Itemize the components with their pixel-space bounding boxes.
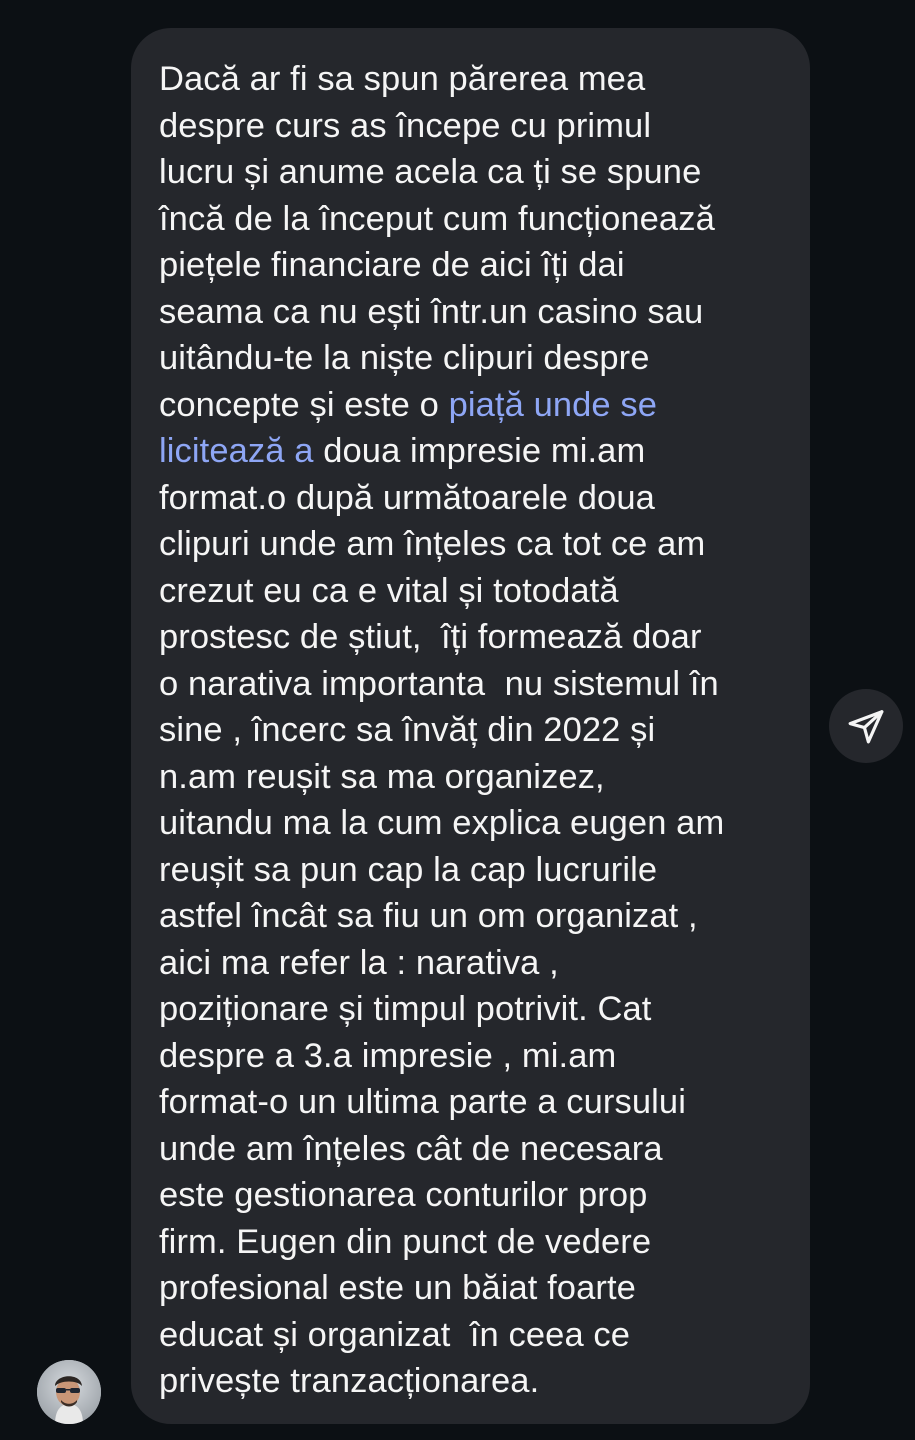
message-line: sine , încerc sa învăț din 2022 și xyxy=(159,711,656,749)
message-line: clipuri unde am înțeles ca tot ce am xyxy=(159,525,706,563)
message-line: format-o un ultima parte a cursului xyxy=(159,1083,686,1121)
message-line: încă de la început cum funcționează xyxy=(159,199,715,238)
paper-plane-icon xyxy=(848,710,884,744)
user-avatar-icon xyxy=(37,1360,101,1424)
message-line: seama ca nu ești într.un casino sau xyxy=(159,292,704,331)
message-line: lucru și anume acela ca ți se spune xyxy=(159,153,702,191)
message-line: prostesc de știut, îți formează doar xyxy=(159,618,702,656)
message-line: uitându-te la niște clipuri despre xyxy=(159,339,650,377)
message-bubble[interactable]: Dacă ar fi sa spun părerea mea despre cu… xyxy=(131,28,810,1424)
message-line: piețele financiare de aici îți dai xyxy=(159,246,625,284)
message-line: format.o după următoarele doua xyxy=(159,478,655,517)
message-line: astfel încât sa fiu un om organizat , xyxy=(159,897,698,935)
avatar[interactable] xyxy=(37,1360,101,1424)
message-line: unde am înțeles cât de necesara xyxy=(159,1129,663,1168)
message-line: despre a 3.a impresie , mi.am xyxy=(159,1036,617,1075)
message-link[interactable]: licitează a xyxy=(159,432,314,470)
message-line: o narativa importanta nu sistemul în xyxy=(159,664,719,703)
message-line-with-link: licitează a doua impresie mi.am xyxy=(159,428,799,475)
message-line: poziționare și timpul potrivit. Cat xyxy=(159,990,652,1028)
message-line: crezut eu ca e vital și totodată xyxy=(159,571,619,610)
message-line: firm. Eugen din punct de vedere xyxy=(159,1222,652,1261)
message-line: reușit sa pun cap la cap lucrurile xyxy=(159,850,658,889)
message-line-text: concepte și este o xyxy=(159,385,449,424)
message-line: profesional este un băiat foarte xyxy=(159,1269,636,1307)
message-line: este gestionarea conturilor prop xyxy=(159,1176,648,1214)
message-line: Dacă ar fi sa spun părerea mea xyxy=(159,60,646,98)
message-line: uitandu ma la cum explica eugen am xyxy=(159,804,725,842)
message-line: aici ma refer la : narativa , xyxy=(159,943,559,982)
message-link[interactable]: piață unde se xyxy=(449,386,657,424)
message-line-with-link: concepte și este o piață unde se xyxy=(159,382,799,429)
share-button[interactable] xyxy=(829,689,903,763)
message-line-text: doua impresie mi.am xyxy=(313,432,646,470)
message-line: despre curs as începe cu primul xyxy=(159,106,652,145)
message-line: educat și organizat în ceea ce xyxy=(159,1315,631,1354)
message-line: privește tranzacționarea. xyxy=(159,1362,540,1400)
message-line: n.am reușit sa ma organizez, xyxy=(159,757,605,796)
message-text: Dacă ar fi sa spun părerea mea despre cu… xyxy=(159,56,799,1405)
